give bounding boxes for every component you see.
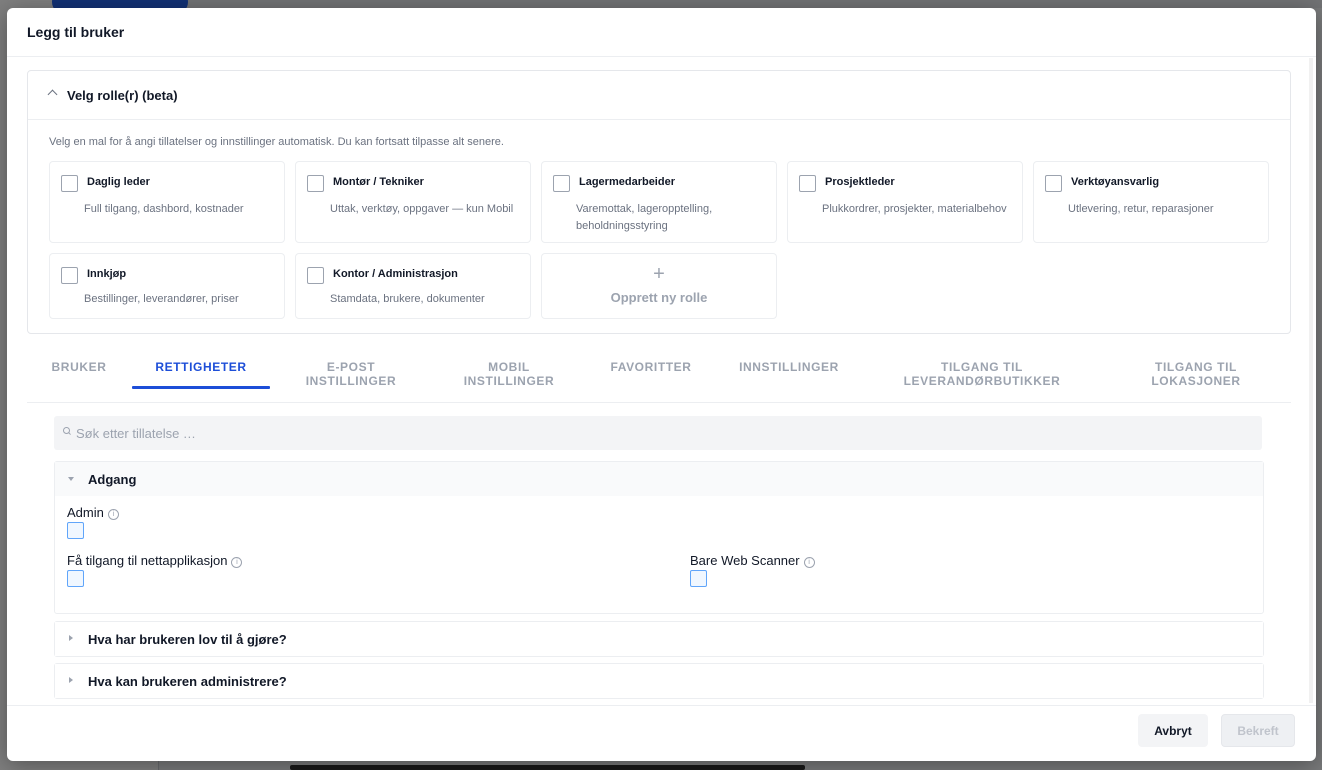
footer-divider [7, 705, 1316, 706]
dialog-scrollbar[interactable] [1309, 58, 1313, 703]
active-tab-indicator [132, 386, 270, 389]
dialog-title: Legg til bruker [27, 24, 125, 40]
info-icon[interactable]: i [231, 557, 243, 568]
permission-search [54, 416, 1262, 450]
role-checkbox[interactable] [553, 175, 570, 192]
permission-group-actions[interactable]: Hva har brukeren lov til å gjøre? [54, 621, 1264, 657]
permission-admin-label: Admin i [67, 505, 119, 520]
caret-right-icon [69, 677, 73, 683]
tab-favoritter[interactable]: FAVORITTER [605, 360, 697, 374]
role-name: Kontor / Administrasjon [333, 268, 458, 280]
tab-bar: BRUKER RETTIGHETER E-POST INSTILLINGER M… [27, 354, 1291, 403]
plus-icon: + [653, 263, 665, 285]
create-role-button[interactable]: + Opprett ny rolle [541, 253, 777, 319]
role-description: Varemottak, lageropptelling, beholdnings… [576, 203, 713, 232]
role-card-innkjop[interactable]: Innkjøp Bestillinger, leverandører, pris… [49, 253, 285, 319]
tab-tilgang-lokasjoner[interactable]: TILGANG TIL LOKASJONER [1137, 360, 1255, 388]
permission-group-header[interactable]: Hva kan brukeren administrere? [55, 664, 1263, 698]
role-name: Montør / Tekniker [333, 176, 424, 188]
tab-mobil-instillinger[interactable]: MOBIL INSTILLINGER [459, 360, 559, 388]
role-section-title: Velg rolle(r) (beta) [67, 88, 178, 103]
tab-epost-instillinger[interactable]: E-POST INSTILLINGER [295, 360, 407, 388]
search-icon [63, 427, 70, 434]
cancel-button[interactable]: Avbryt [1138, 714, 1208, 747]
tab-rettigheter[interactable]: RETTIGHETER [139, 360, 263, 374]
role-description: Stamdata, brukere, dokumenter [330, 293, 485, 305]
tab-innstillinger[interactable]: INNSTILLINGER [733, 360, 845, 374]
permission-group-header[interactable]: Hva har brukeren lov til å gjøre? [55, 622, 1263, 656]
role-card-kontor-administrasjon[interactable]: Kontor / Administrasjon Stamdata, bruker… [295, 253, 531, 319]
role-name: Lagermedarbeider [579, 176, 675, 188]
info-icon[interactable]: i [107, 509, 119, 520]
permission-search-input[interactable] [76, 416, 1256, 450]
role-name: Innkjøp [87, 268, 127, 280]
role-name: Verktøyansvarlig [1071, 176, 1160, 188]
role-description: Full tilgang, dashbord, kostnader [84, 203, 244, 215]
tab-bruker[interactable]: BRUKER [49, 360, 109, 374]
permission-group-adgang: Adgang Admin i Få tilgang til nettapplika… [54, 461, 1264, 614]
permission-web-scanner-label: Bare Web Scanner i [690, 553, 815, 568]
role-section-header[interactable]: Velg rolle(r) (beta) [28, 71, 1290, 120]
role-card-daglig-leder[interactable]: Daglig leder Full tilgang, dashbord, kos… [49, 161, 285, 243]
permission-group-title: Hva har brukeren lov til å gjøre? [88, 632, 287, 647]
role-checkbox[interactable] [307, 175, 324, 192]
role-section-description: Velg en mal for å angi tillatelser og in… [49, 136, 504, 148]
permission-web-access-checkbox[interactable] [67, 570, 84, 587]
role-description: Uttak, verktøy, oppgaver — kun Mobil [330, 203, 514, 215]
permission-web-scanner-checkbox[interactable] [690, 570, 707, 587]
caret-right-icon [69, 635, 73, 641]
confirm-button[interactable]: Bekreft [1221, 714, 1295, 747]
permission-group-title: Hva kan brukeren administrere? [88, 674, 287, 689]
role-card-verktoyansvarlig[interactable]: Verktøyansvarlig Utlevering, retur, repa… [1033, 161, 1269, 243]
tab-tilgang-leverandorbutikker[interactable]: TILGANG TIL LEVERANDØRBUTIKKER [889, 360, 1075, 388]
caret-down-icon [68, 477, 74, 481]
permission-group-header[interactable]: Adgang [55, 462, 1263, 496]
role-card-montor-tekniker[interactable]: Montør / Tekniker Uttak, verktøy, oppgav… [295, 161, 531, 243]
info-icon[interactable]: i [803, 557, 815, 568]
permission-group-administration[interactable]: Hva kan brukeren administrere? [54, 663, 1264, 699]
role-name: Daglig leder [87, 176, 150, 188]
permission-web-access-label: Få tilgang til nettapplikasjon i [67, 553, 243, 568]
add-user-dialog: Legg til bruker Velg rolle(r) (beta) Vel… [7, 8, 1316, 761]
role-checkbox[interactable] [61, 175, 78, 192]
role-checkbox[interactable] [799, 175, 816, 192]
role-name: Prosjektleder [825, 176, 895, 188]
header-divider [7, 56, 1316, 57]
role-description: Utlevering, retur, reparasjoner [1068, 203, 1214, 215]
role-checkbox[interactable] [61, 267, 78, 284]
permission-admin-checkbox[interactable] [67, 522, 84, 539]
role-description: Bestillinger, leverandører, priser [84, 293, 239, 305]
chevron-up-icon [47, 89, 58, 100]
role-card-lagermedarbeider[interactable]: Lagermedarbeider Varemottak, lageropptel… [541, 161, 777, 243]
role-description: Plukkordrer, prosjekter, materialbehov [822, 203, 1007, 215]
role-checkbox[interactable] [307, 267, 324, 284]
role-checkbox[interactable] [1045, 175, 1062, 192]
permission-group-title: Adgang [88, 472, 137, 487]
role-selection-section: Velg rolle(r) (beta) Velg en mal for å a… [27, 70, 1291, 334]
create-role-label: Opprett ny rolle [610, 290, 708, 305]
role-card-prosjektleder[interactable]: Prosjektleder Plukkordrer, prosjekter, m… [787, 161, 1023, 243]
